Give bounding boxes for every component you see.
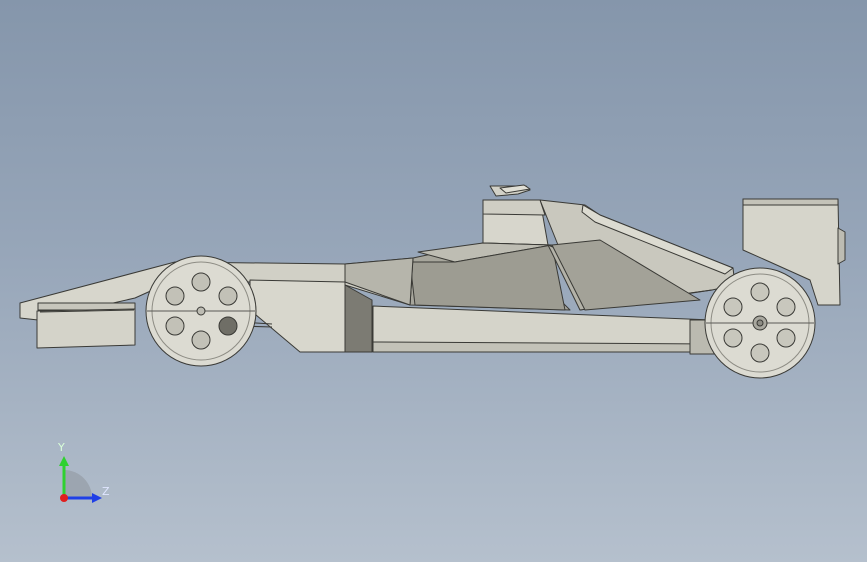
side-skirt-lower	[372, 341, 713, 353]
y-axis-label: Y	[58, 441, 65, 454]
graphics-viewport[interactable]: Y Z	[0, 0, 867, 562]
rear-wheel	[704, 267, 816, 379]
front-wing-endplate	[36, 308, 136, 349]
nose-lower	[249, 279, 346, 353]
coordinate-triad: Y Z	[50, 440, 120, 510]
nose-dark-gap	[344, 284, 373, 353]
z-axis-label: Z	[102, 485, 110, 498]
formula-car-model[interactable]	[0, 0, 867, 562]
rear-wing-edge	[742, 198, 839, 206]
cockpit-rim	[482, 199, 546, 216]
front-wheel	[145, 255, 257, 367]
rear-wing-strut	[837, 227, 846, 265]
